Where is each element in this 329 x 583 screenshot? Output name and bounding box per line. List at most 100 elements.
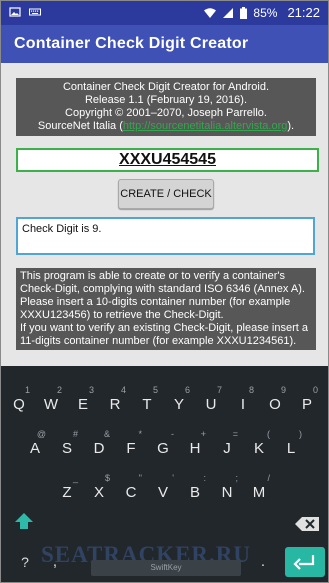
backspace-icon [295,517,319,531]
key-label: V [157,484,168,501]
key-l[interactable]: ) L [277,428,305,464]
key-z[interactable]: _ Z [53,472,81,508]
about-line-2: Release 1.1 (February 19, 2016). [84,94,248,106]
key-y[interactable]: 6Y [165,384,193,420]
key-hint: ; [235,473,238,483]
about-box: Container Check Digit Creator for Androi… [16,78,316,136]
app-bar: Container Check Digit Creator [1,25,328,63]
key-hint: 2 [56,385,62,395]
wifi-icon [204,7,217,19]
key-label: J [223,440,231,457]
key-label: P [301,396,312,413]
key-hint: _ [72,473,78,483]
soft-keyboard: SEATRACKER.RU 1Q2W3E4R5T6Y7U8I9O0P @ A # S &… [1,366,328,582]
period-key[interactable]: . [251,549,275,575]
key-v[interactable]: ' V [149,472,177,508]
comma-key[interactable]: , [43,549,67,575]
key-label: I [240,396,246,413]
key-b[interactable]: :B [181,472,209,508]
key-n[interactable]: ; N [213,472,241,508]
enter-arrow-icon [293,555,315,570]
key-hint: ) [299,429,302,439]
key-label: R [109,396,121,413]
key-c[interactable]: " C [117,472,145,508]
key-label: U [205,396,217,413]
key-hint: 8 [248,385,254,395]
key-hint: $ [104,473,110,483]
key-label: D [93,440,105,457]
key-hint: = [232,429,238,439]
keyboard-row-2: @ A # S & D * F - G + H = J(K) L [1,428,328,464]
app-screen: 85% 21:22 Container Check Digit Creator … [0,0,329,583]
key-s[interactable]: # S [53,428,81,464]
space-key[interactable]: SwiftKey [91,560,241,576]
key-label: Y [173,396,184,413]
shift-key[interactable] [11,510,37,538]
result-field: Check Digit is 9. [16,217,315,255]
key-hint: 3 [88,385,94,395]
key-hint: 9 [280,385,286,395]
key-hint: ' [172,473,174,483]
key-i[interactable]: 8I [229,384,257,420]
key-hint: : [203,473,206,483]
key-hint: # [72,429,78,439]
key-p[interactable]: 0P [293,384,321,420]
key-hint: - [171,429,174,439]
key-d[interactable]: & D [85,428,113,464]
keyboard-icon [29,5,41,17]
key-label: N [221,484,233,501]
key-hint: + [200,429,206,439]
about-line-4-suffix: ). [287,120,295,132]
key-label: T [142,396,152,413]
key-label: H [189,440,201,457]
key-hint: 5 [152,385,158,395]
key-q[interactable]: 1Q [5,384,33,420]
key-label: M [252,484,266,501]
key-u[interactable]: 7U [197,384,225,420]
enter-key[interactable] [285,547,325,577]
key-hint: / [267,473,270,483]
key-hint: ( [267,429,270,439]
key-w[interactable]: 2W [37,384,65,420]
battery-icon [240,6,248,19]
backspace-key[interactable] [293,510,323,538]
key-g[interactable]: -G [149,428,177,464]
key-hint: 4 [120,385,126,395]
key-e[interactable]: 3E [69,384,97,420]
key-k[interactable]: (K [245,428,273,464]
key-f[interactable]: * F [117,428,145,464]
about-line-4-prefix: SourceNet Italia ( [37,120,123,132]
key-label: X [93,484,104,501]
key-x[interactable]: $ X [85,472,113,508]
app-title: Container Check Digit Creator [14,35,249,52]
key-label: C [125,484,137,501]
about-line-3: Copyright © 2001–2070, Joseph Parrello. [65,107,267,119]
website-link[interactable]: http://sourcenetitalia.altervista.org [123,120,287,132]
container-number-input[interactable]: XXXU454545 [16,148,319,172]
image-icon [9,5,21,17]
key-label: Z [62,484,72,501]
status-bar: 85% 21:22 [1,1,328,25]
key-label: B [189,484,200,501]
key-hint: 6 [184,385,190,395]
key-h[interactable]: + H [181,428,209,464]
battery-percent: 85% [253,5,278,20]
main-content: Container Check Digit Creator for Androi… [1,63,328,366]
shift-icon [15,513,33,529]
key-j[interactable]: = J [213,428,241,464]
key-r[interactable]: 4R [101,384,129,420]
key-m[interactable]: / M [245,472,273,508]
clock: 21:22 [287,5,320,20]
key-label: K [253,440,264,457]
numbers-key[interactable]: ?123 [11,549,39,582]
key-hint: 1 [24,385,30,395]
key-o[interactable]: 9O [261,384,289,420]
key-hint: * [138,429,142,439]
keyboard-row-3: _ Z $ X " C ' V: B; N / M [1,472,328,508]
keyboard-row-1: 1Q2W3E4R5T6Y7U8I9O0P [1,384,328,420]
key-label: O [269,396,281,413]
key-t[interactable]: 5T [133,384,161,420]
key-a[interactable]: @ A [21,428,49,464]
key-label: Q [13,396,25,413]
create-check-button[interactable]: CREATE / CHECK [118,179,214,209]
